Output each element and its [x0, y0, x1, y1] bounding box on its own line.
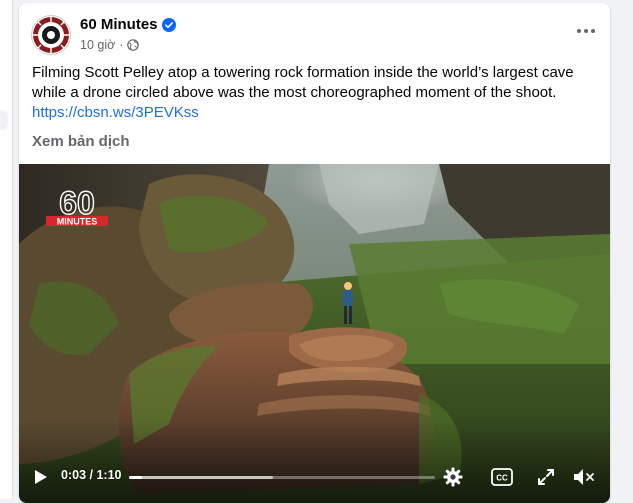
caption-link[interactable]: https://cbsn.ws/3PEVKss: [32, 103, 597, 123]
meta-separator: ·: [119, 38, 124, 52]
author-name-text[interactable]: 60 Minutes: [80, 16, 158, 33]
post-card: 60 Minutes 10 giờ · Filming Scott Pelley…: [19, 3, 610, 503]
sidebar-notch: [0, 110, 8, 130]
author-name[interactable]: 60 Minutes: [80, 16, 176, 33]
volume-muted-icon: [574, 469, 594, 485]
play-button[interactable]: [31, 467, 51, 487]
verified-badge-icon: [161, 17, 176, 32]
watermark-text: MINUTES: [57, 217, 98, 227]
settings-button[interactable]: [442, 466, 464, 488]
mute-button[interactable]: [572, 466, 596, 488]
post-caption: Filming Scott Pelley atop a towering roc…: [32, 63, 597, 123]
left-sidebar-edge: [0, 0, 13, 499]
time-separator: /: [86, 468, 97, 482]
duration: 1:10: [96, 468, 122, 482]
current-time: 0:03: [61, 468, 87, 482]
play-icon: [35, 470, 47, 484]
buffered-bar: [129, 476, 273, 479]
played-bar: [129, 476, 143, 479]
progress-bar[interactable]: [129, 476, 435, 479]
post-time[interactable]: 10 giờ: [80, 38, 115, 52]
video-controls: 0:03 / 1:10 CC: [19, 459, 610, 499]
post-meta: 10 giờ ·: [80, 38, 140, 52]
more-horizontal-icon: [577, 29, 595, 33]
caption-text: Filming Scott Pelley atop a towering roc…: [32, 64, 574, 101]
captions-icon: CC: [491, 468, 513, 486]
see-translation-button[interactable]: Xem bản dịch: [32, 133, 130, 150]
captions-button[interactable]: CC: [491, 467, 513, 487]
avatar[interactable]: [31, 15, 71, 55]
video-time: 0:03 / 1:10: [61, 468, 121, 482]
captions-label: CC: [496, 474, 508, 483]
fullscreen-button[interactable]: [536, 467, 556, 487]
fullscreen-icon: [538, 469, 554, 485]
60-minutes-watermark: 60 MINUTES: [46, 184, 108, 231]
more-options-button[interactable]: [574, 19, 598, 43]
video-player[interactable]: 60 MINUTES 0:03 / 1:10 CC: [19, 164, 610, 503]
globe-icon[interactable]: [127, 39, 140, 51]
settings-icon: [443, 467, 463, 487]
cbs-eye-logo-icon: [33, 17, 69, 53]
